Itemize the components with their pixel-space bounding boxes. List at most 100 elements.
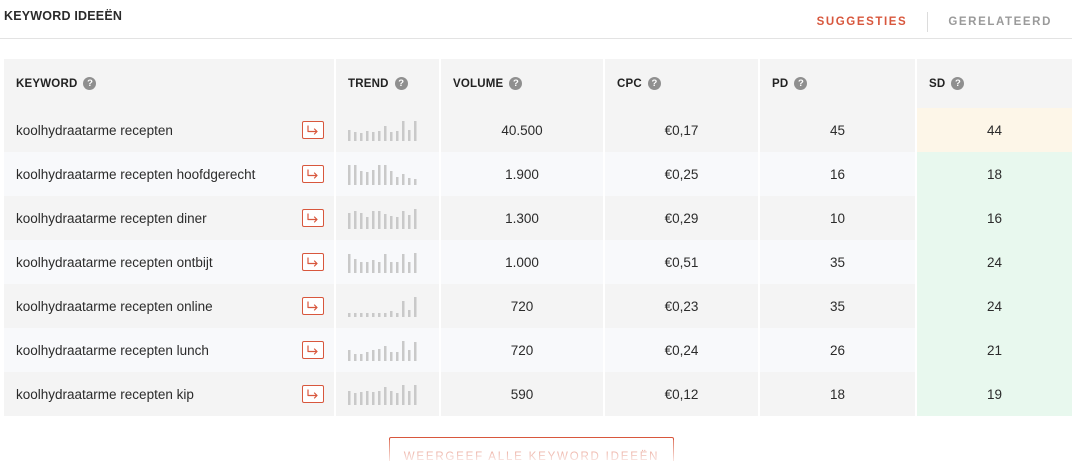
help-icon[interactable]: ?	[951, 77, 965, 90]
trend-bar	[390, 171, 393, 185]
column-header-cpc[interactable]: CPC ?	[605, 59, 760, 108]
trend-bar	[378, 391, 381, 405]
keyword-cell: koolhydraatarme recepten ontbijt	[4, 240, 336, 284]
trend-sparkline	[348, 341, 417, 361]
trend-sparkline	[348, 121, 417, 141]
pd-cell: 26	[760, 328, 917, 372]
trend-bar	[396, 393, 399, 405]
trend-bar	[372, 350, 375, 361]
sd-cell: 16	[917, 196, 1072, 240]
help-icon[interactable]: ?	[83, 77, 97, 90]
trend-bar	[402, 174, 405, 185]
trend-bar	[378, 262, 381, 273]
help-icon[interactable]: ?	[794, 77, 808, 90]
open-keyword-button[interactable]	[302, 341, 324, 359]
keyword-text[interactable]: koolhydraatarme recepten	[16, 123, 173, 138]
trend-bar	[390, 262, 393, 273]
open-keyword-button[interactable]	[302, 209, 324, 227]
sd-cell: 19	[917, 372, 1072, 416]
column-header-sd[interactable]: SD ?	[917, 59, 1072, 108]
show-all-keywords-button[interactable]: WEERGEEF ALLE KEYWORD IDEEËN	[389, 437, 674, 461]
cpc-cell: €0,25	[605, 152, 760, 196]
trend-bar	[402, 341, 405, 361]
tab-suggesties[interactable]: SUGGESTIES	[817, 16, 908, 28]
trend-bar	[390, 216, 393, 229]
volume-cell: 40.500	[441, 108, 605, 152]
table-header-row: KEYWORD ? TREND ? VOLUME ? CPC ? PD ? SD…	[4, 59, 1072, 108]
keyword-text[interactable]: koolhydraatarme recepten kip	[16, 387, 194, 402]
trend-bar	[384, 346, 387, 361]
trend-bar	[402, 121, 405, 141]
open-keyword-button[interactable]	[302, 253, 324, 271]
column-header-trend[interactable]: TREND ?	[336, 59, 441, 108]
column-label-volume: VOLUME	[453, 77, 504, 90]
arrow-turn-right-icon	[307, 344, 318, 355]
column-label-sd: SD	[929, 77, 946, 90]
trend-bar	[348, 130, 351, 141]
trend-bar	[414, 209, 417, 229]
keyword-text[interactable]: koolhydraatarme recepten online	[16, 299, 213, 314]
table-row: koolhydraatarme recepten 40.500 €0,17 45 44	[4, 108, 1072, 152]
trend-bar	[354, 211, 357, 229]
trend-bar	[360, 392, 363, 405]
open-keyword-button[interactable]	[302, 165, 324, 183]
pd-cell: 35	[760, 284, 917, 328]
cpc-cell: €0,29	[605, 196, 760, 240]
arrow-turn-right-icon	[307, 124, 318, 135]
trend-cell	[336, 152, 441, 196]
trend-bar	[354, 354, 357, 361]
trend-sparkline	[348, 253, 417, 273]
trend-bar	[348, 254, 351, 273]
keyword-cell: koolhydraatarme recepten lunch	[4, 328, 336, 372]
column-label-cpc: CPC	[617, 77, 642, 90]
trend-bar	[354, 259, 357, 273]
sd-cell: 18	[917, 152, 1072, 196]
cpc-cell: €0,12	[605, 372, 760, 416]
trend-bar	[378, 349, 381, 361]
keyword-cell: koolhydraatarme recepten diner	[4, 196, 336, 240]
trend-bar	[414, 342, 417, 361]
open-keyword-button[interactable]	[302, 297, 324, 315]
sd-cell: 21	[917, 328, 1072, 372]
trend-bar	[354, 393, 357, 405]
table-row: koolhydraatarme recepten online 720 €0,23 3…	[4, 284, 1072, 328]
trend-bar	[360, 354, 363, 361]
trend-bar	[396, 352, 399, 361]
trend-bar	[396, 262, 399, 273]
volume-cell: 1.000	[441, 240, 605, 284]
trend-bar	[396, 131, 399, 141]
trend-bar	[390, 132, 393, 141]
keyword-text[interactable]: koolhydraatarme recepten lunch	[16, 343, 209, 358]
table-row: koolhydraatarme recepten hoofdgerecht 1.9…	[4, 152, 1072, 196]
trend-bar	[354, 313, 357, 317]
pd-cell: 16	[760, 152, 917, 196]
column-header-pd[interactable]: PD ?	[760, 59, 917, 108]
trend-bar	[348, 350, 351, 361]
keyword-table: KEYWORD ? TREND ? VOLUME ? CPC ? PD ? SD…	[4, 59, 1072, 416]
trend-bar	[372, 392, 375, 405]
keyword-text[interactable]: koolhydraatarme recepten diner	[16, 211, 207, 226]
trend-bar	[366, 131, 369, 141]
arrow-turn-right-icon	[307, 300, 318, 311]
help-icon[interactable]: ?	[647, 77, 661, 90]
keyword-text[interactable]: koolhydraatarme recepten hoofdgerecht	[16, 167, 255, 182]
column-header-volume[interactable]: VOLUME ?	[441, 59, 605, 108]
trend-bar	[408, 391, 411, 405]
trend-bar	[348, 391, 351, 405]
trend-bar	[354, 132, 357, 141]
column-header-keyword[interactable]: KEYWORD ?	[4, 59, 336, 108]
column-label-trend: TREND	[348, 77, 389, 90]
trend-bar	[414, 253, 417, 273]
trend-bar	[366, 352, 369, 361]
arrow-turn-right-icon	[307, 388, 318, 399]
open-keyword-button[interactable]	[302, 385, 324, 403]
keyword-text[interactable]: koolhydraatarme recepten ontbijt	[16, 255, 213, 270]
trend-bar	[384, 313, 387, 317]
help-icon[interactable]: ?	[509, 77, 523, 90]
keyword-cell: koolhydraatarme recepten online	[4, 284, 336, 328]
trend-bar	[402, 301, 405, 317]
help-icon[interactable]: ?	[394, 77, 408, 90]
open-keyword-button[interactable]	[302, 121, 324, 139]
arrow-turn-right-icon	[307, 256, 318, 267]
tab-gerelateerd[interactable]: GERELATEERD	[948, 16, 1052, 28]
